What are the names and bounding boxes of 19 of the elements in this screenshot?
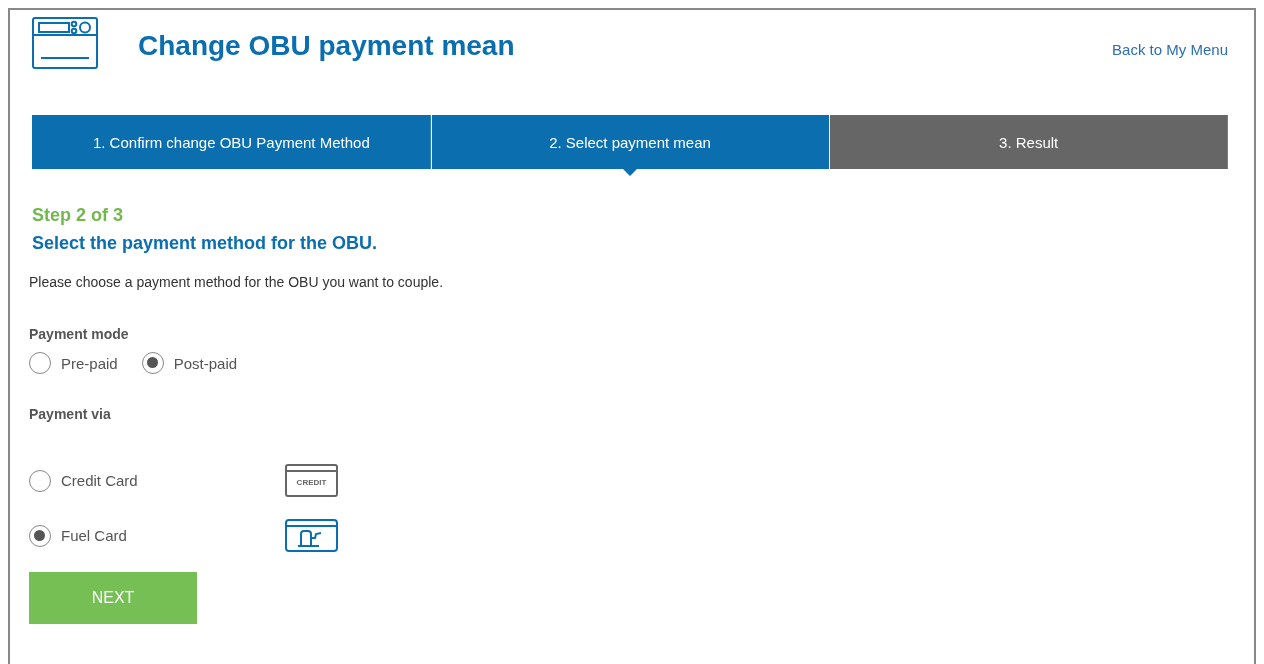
step-tab[interactable]: 2. Select payment mean bbox=[430, 115, 830, 176]
back-link[interactable]: Back to My Menu bbox=[1112, 41, 1228, 58]
radio-label[interactable]: Post-paid bbox=[173, 354, 238, 372]
field-label: Payment mode bbox=[29, 326, 130, 342]
page-title: Change OBU payment mean bbox=[138, 30, 516, 62]
radio-label[interactable]: Credit Card bbox=[61, 472, 271, 489]
description-text: Please choose a payment method for the OBU you want to couple. bbox=[29, 274, 445, 290]
radio-button[interactable] bbox=[29, 352, 51, 374]
fuel-card-icon bbox=[285, 519, 338, 552]
credit-card-icon: CREDIT bbox=[285, 464, 338, 497]
radio-button[interactable] bbox=[29, 524, 51, 547]
section-heading: Select the payment method for the OBU. bbox=[32, 233, 379, 254]
radio-label[interactable]: Fuel Card bbox=[61, 527, 271, 544]
radio-button[interactable] bbox=[29, 469, 51, 492]
radio-button[interactable] bbox=[141, 352, 164, 374]
device-icon bbox=[32, 17, 98, 69]
field-label: Payment via bbox=[29, 406, 112, 422]
step-indicator: Step 2 of 3 bbox=[32, 205, 125, 226]
radio-label[interactable]: Pre-paid bbox=[61, 354, 118, 372]
